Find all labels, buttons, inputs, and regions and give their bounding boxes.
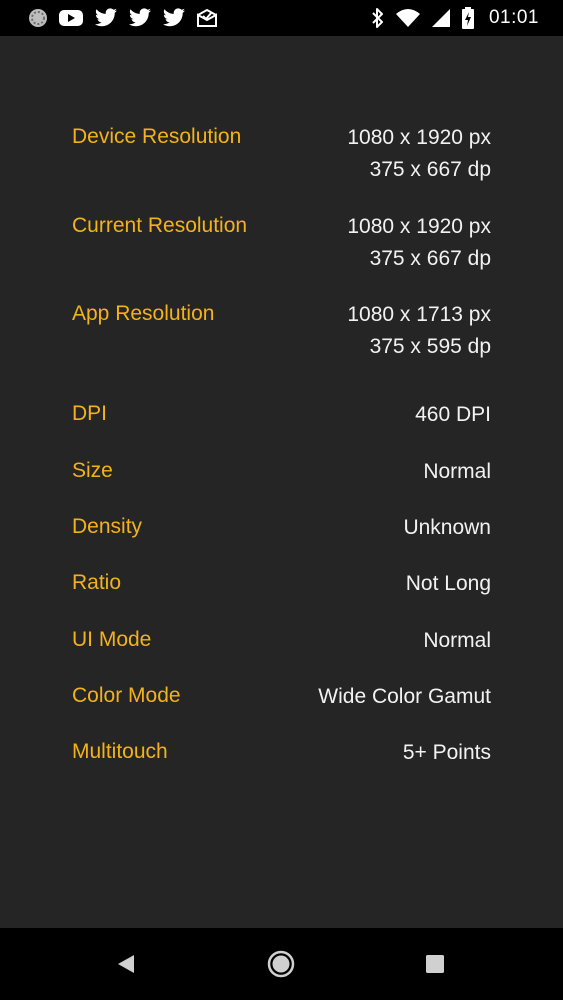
row-label: DPI: [72, 402, 108, 425]
row-label: Size: [72, 459, 113, 482]
row-size: Size Normal: [72, 456, 491, 486]
row-app-resolution: App Resolution 1080 x 1713 px 375 x 595 …: [72, 299, 491, 363]
row-ratio: Ratio Not Long: [72, 568, 491, 598]
wifi-icon: [395, 8, 421, 28]
row-value-px: 1080 x 1920 px: [347, 215, 491, 238]
home-button[interactable]: [263, 946, 299, 982]
recents-icon: [426, 955, 444, 973]
row-density: Density Unknown: [72, 512, 491, 542]
row-device-resolution: Device Resolution 1080 x 1920 px 375 x 6…: [72, 122, 491, 186]
battery-charging-icon: [461, 7, 475, 29]
spinner-notification-icon: [28, 8, 48, 28]
screen: 01:01 Device Resolution 1080 x 1920 px 3…: [0, 0, 563, 1000]
row-value: Not Long: [405, 572, 491, 595]
row-label: Multitouch: [72, 740, 168, 763]
row-label: App Resolution: [72, 302, 215, 325]
system-status-icons: 01:01: [371, 6, 539, 30]
row-current-resolution: Current Resolution 1080 x 1920 px 375 x …: [72, 211, 491, 275]
row-label: Color Mode: [72, 684, 181, 707]
device-info-list: Device Resolution 1080 x 1920 px 375 x 6…: [0, 36, 563, 928]
back-icon: [118, 955, 134, 973]
row-dpi: DPI 460 DPI: [72, 399, 491, 429]
row-value: Unknown: [403, 516, 491, 539]
row-value-dp: 375 x 595 dp: [369, 335, 491, 358]
status-bar: 01:01: [0, 0, 563, 36]
status-clock: 01:01: [488, 7, 539, 28]
row-label: Ratio: [72, 571, 122, 594]
twitter-icon: [94, 8, 118, 28]
row-value: 5+ Points: [402, 741, 491, 764]
row-ui-mode: UI Mode Normal: [72, 625, 491, 655]
row-value: Wide Color Gamut: [318, 685, 491, 708]
bluetooth-icon: [371, 7, 385, 29]
mail-check-icon: [196, 8, 218, 28]
twitter-icon: [162, 8, 186, 28]
row-label: Device Resolution: [72, 125, 242, 148]
row-value-px: 1080 x 1713 px: [347, 303, 491, 326]
row-value: 1080 x 1920 px 375 x 667 dp: [347, 211, 491, 275]
row-value: Normal: [423, 460, 491, 483]
notification-icons: [28, 7, 218, 29]
navigation-bar: [0, 928, 563, 1000]
twitter-icon: [128, 8, 152, 28]
row-label: UI Mode: [72, 628, 152, 651]
youtube-icon: [58, 8, 84, 28]
recents-button[interactable]: [417, 946, 453, 982]
home-icon: [267, 950, 295, 978]
row-value: 460 DPI: [415, 403, 491, 426]
row-label: Density: [72, 515, 143, 538]
row-value: Normal: [423, 629, 491, 652]
row-multitouch: Multitouch 5+ Points: [72, 737, 491, 767]
row-value-dp: 375 x 667 dp: [369, 247, 491, 270]
back-button[interactable]: [108, 946, 144, 982]
row-color-mode: Color Mode Wide Color Gamut: [72, 681, 491, 711]
row-label: Current Resolution: [72, 214, 248, 237]
row-value: 1080 x 1920 px 375 x 667 dp: [347, 122, 491, 186]
signal-icon: [431, 8, 451, 28]
row-value-px: 1080 x 1920 px: [347, 126, 491, 149]
row-value-dp: 375 x 667 dp: [369, 158, 491, 181]
row-value: 1080 x 1713 px 375 x 595 dp: [347, 299, 491, 363]
